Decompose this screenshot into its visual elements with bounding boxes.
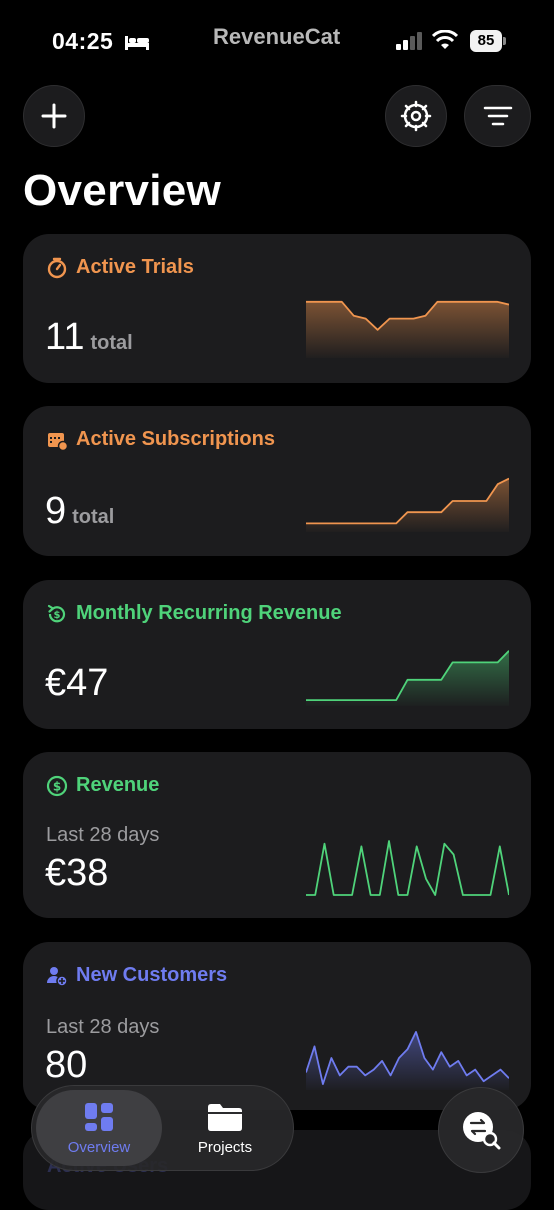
card-value: 11 total — [45, 316, 133, 359]
hamburger-menu-icon — [483, 106, 512, 126]
card-title: Monthly Recurring Revenue — [76, 602, 342, 624]
status-bar: 04:25 RevenueCat 85 — [0, 0, 554, 80]
card-value: €38 — [45, 852, 108, 895]
search-switch-icon — [463, 1112, 501, 1150]
search-button[interactable] — [438, 1087, 524, 1173]
sleep-focus-icon — [125, 36, 149, 50]
folder-icon — [208, 1103, 242, 1131]
mrr-card[interactable]: $ Monthly Recurring Revenue €47 — [23, 580, 531, 729]
value-unit: total — [90, 332, 133, 354]
sparkline-area — [306, 1031, 509, 1090]
card-subtitle: Last 28 days — [46, 824, 160, 846]
filter-menu-button[interactable] — [464, 85, 531, 147]
add-button[interactable] — [23, 85, 85, 147]
customers-sparkline — [306, 1031, 509, 1090]
card-value: €47 — [45, 662, 108, 705]
plus-icon — [41, 103, 67, 129]
brand-logo: RevenueCat — [213, 24, 341, 49]
battery-tip — [503, 37, 506, 45]
page-title: Overview — [23, 166, 222, 215]
value-text: €47 — [45, 662, 109, 704]
clock: 04:25 — [52, 28, 114, 54]
gear-icon — [400, 100, 432, 132]
tab-overview-label: Overview — [67, 1138, 131, 1156]
trials-sparkline — [306, 300, 509, 358]
card-value: 9 total — [45, 490, 114, 533]
battery-indicator: 85 — [470, 30, 502, 52]
revenue-sparkline — [306, 840, 509, 896]
svg-text:$: $ — [53, 779, 61, 793]
revenue-card[interactable]: $ Revenue Last 28 days €38 — [23, 752, 531, 918]
tab-bar: Overview Projects — [31, 1085, 294, 1171]
tab-projects-label: Projects — [197, 1138, 253, 1156]
value-unit: total — [72, 506, 115, 528]
cellular-signal-icon — [396, 32, 422, 50]
wifi-icon — [432, 30, 458, 49]
card-value: 80 — [45, 1044, 87, 1087]
mrr-sparkline — [306, 650, 509, 706]
person-add-icon — [47, 966, 68, 987]
calendar-icon — [48, 432, 68, 451]
value-text: €38 — [45, 852, 109, 894]
card-title: Active Subscriptions — [76, 428, 275, 450]
tab-overview[interactable]: Overview — [36, 1090, 162, 1166]
timer-icon — [47, 257, 67, 278]
sparkline-area — [306, 650, 509, 706]
card-title: Revenue — [76, 774, 160, 796]
dashboard-icon — [85, 1102, 113, 1131]
settings-button[interactable] — [385, 85, 447, 147]
value-text: 11 — [45, 316, 85, 358]
tab-projects[interactable]: Projects — [162, 1090, 288, 1166]
active-trials-card[interactable]: Active Trials 11 total — [23, 234, 531, 383]
card-title: Active Trials — [76, 256, 194, 278]
card-subtitle: Last 28 days — [46, 1016, 160, 1038]
active-subscriptions-card[interactable]: Active Subscriptions 9 total — [23, 406, 531, 556]
sparkline-area — [306, 301, 509, 358]
value-text: 9 — [45, 490, 67, 532]
svg-text:$: $ — [54, 610, 61, 621]
subscriptions-sparkline — [306, 477, 509, 532]
card-title: New Customers — [76, 964, 228, 986]
value-text: 80 — [45, 1044, 88, 1086]
sparkline-line — [306, 840, 509, 896]
recurring-dollar-icon: $ — [47, 604, 66, 622]
dollar-circle-icon: $ — [46, 775, 68, 796]
